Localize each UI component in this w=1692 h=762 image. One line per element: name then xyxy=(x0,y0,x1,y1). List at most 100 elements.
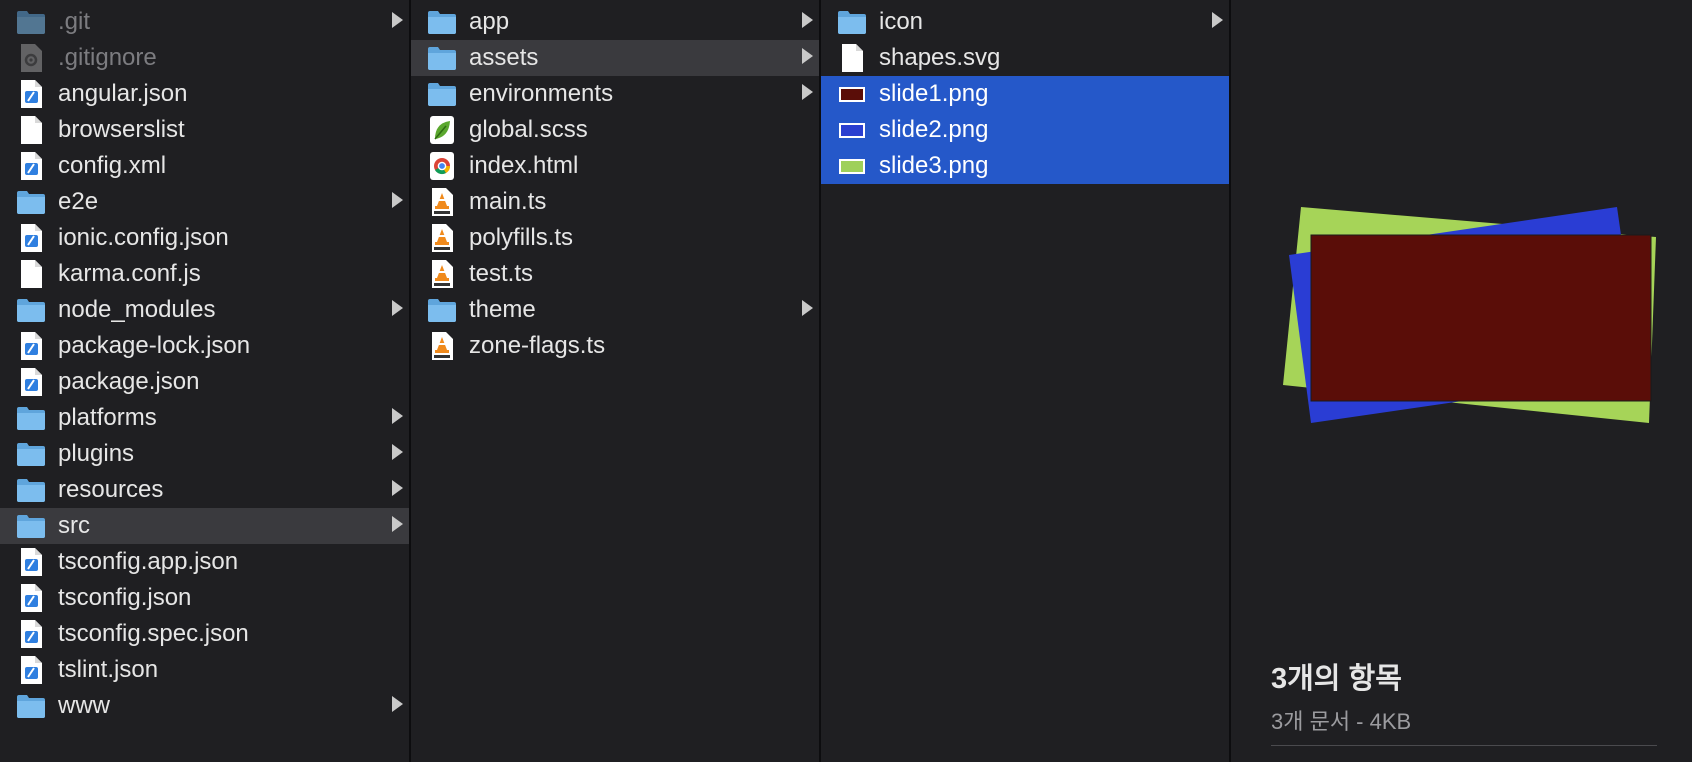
list-item-e2e-folder[interactable]: e2e xyxy=(0,184,409,220)
chevron-right-icon[interactable] xyxy=(392,444,403,460)
chevron-right-icon[interactable] xyxy=(392,192,403,208)
folder-icon xyxy=(16,439,46,469)
item-label: platforms xyxy=(58,404,157,431)
xcode-file-icon xyxy=(16,583,46,613)
item-label: angular.json xyxy=(58,80,188,107)
item-label: tsconfig.app.json xyxy=(58,548,239,575)
item-label: plugins xyxy=(58,440,135,467)
folder-icon xyxy=(16,7,46,37)
list-item-plugins-folder[interactable]: plugins xyxy=(0,436,409,472)
chevron-right-icon[interactable] xyxy=(392,300,403,316)
blank-file-icon xyxy=(16,259,46,289)
item-label: ionic.config.json xyxy=(58,224,229,251)
image-swatch-icon xyxy=(837,151,867,181)
list-item-package-json[interactable]: package.json xyxy=(0,364,409,400)
list-item-tslint-json[interactable]: tslint.json xyxy=(0,652,409,688)
list-item-global-scss[interactable]: global.scss xyxy=(411,112,819,148)
list-item-angular-json[interactable]: angular.json xyxy=(0,76,409,112)
item-label: icon xyxy=(879,8,924,35)
column-project-root[interactable]: .git .gitignore angular.json browserslis… xyxy=(0,0,411,762)
vlc-file-icon xyxy=(427,259,457,289)
preview-subtitle: 3개 문서 - 4KB xyxy=(1271,709,1412,734)
chevron-right-icon[interactable] xyxy=(802,48,813,64)
list-item-app-folder[interactable]: app xyxy=(411,4,819,40)
xcode-file-icon xyxy=(16,367,46,397)
list-item-platforms-folder[interactable]: platforms xyxy=(0,400,409,436)
list-item-gitignore-file[interactable]: .gitignore xyxy=(0,40,409,76)
xcode-file-icon xyxy=(16,79,46,109)
list-item-theme-folder[interactable]: theme xyxy=(411,292,819,328)
item-label: package-lock.json xyxy=(58,332,251,359)
xcode-file-icon xyxy=(16,151,46,181)
preview-divider xyxy=(1271,745,1657,746)
blank-file-icon xyxy=(837,43,867,73)
list-item-config-xml[interactable]: config.xml xyxy=(0,148,409,184)
folder-icon xyxy=(16,511,46,541)
list-item-slide2-png[interactable]: slide2.png xyxy=(821,112,1229,148)
list-item-resources-folder[interactable]: resources xyxy=(0,472,409,508)
list-item-assets-folder[interactable]: assets xyxy=(411,40,819,76)
list-item-test-ts[interactable]: test.ts xyxy=(411,256,819,292)
chevron-right-icon[interactable] xyxy=(1212,12,1223,28)
item-label: global.scss xyxy=(469,116,588,143)
chevron-right-icon[interactable] xyxy=(392,408,403,424)
folder-icon xyxy=(16,475,46,505)
vlc-file-icon xyxy=(427,187,457,217)
chevron-right-icon[interactable] xyxy=(392,12,403,28)
list-item-git-folder[interactable]: .git xyxy=(0,4,409,40)
chevron-right-icon[interactable] xyxy=(802,84,813,100)
leaf-file-icon xyxy=(427,115,457,145)
preview-thumbnail xyxy=(1283,207,1656,423)
list-item-tsconfig-json[interactable]: tsconfig.json xyxy=(0,580,409,616)
item-label: zone-flags.ts xyxy=(469,332,606,359)
item-label: tsconfig.spec.json xyxy=(58,620,249,647)
list-item-tsconfig-spec-json[interactable]: tsconfig.spec.json xyxy=(0,616,409,652)
folder-icon xyxy=(427,295,457,325)
preview-red-slide xyxy=(1310,234,1652,402)
folder-icon xyxy=(427,43,457,73)
folder-icon xyxy=(16,187,46,217)
xcode-file-icon xyxy=(16,223,46,253)
list-item-environments-folder[interactable]: environments xyxy=(411,76,819,112)
list-item-icon-folder[interactable]: icon xyxy=(821,4,1229,40)
list-item-slide1-png[interactable]: slide1.png xyxy=(821,76,1229,112)
list-item-zone-flags-ts[interactable]: zone-flags.ts xyxy=(411,328,819,364)
image-swatch-icon xyxy=(837,79,867,109)
list-item-index-html[interactable]: index.html xyxy=(411,148,819,184)
item-label: package.json xyxy=(58,368,200,395)
column-assets[interactable]: icon shapes.svg slide1.png slide2.png slide… xyxy=(821,0,1231,762)
list-item-polyfills-ts[interactable]: polyfills.ts xyxy=(411,220,819,256)
list-item-package-lock-json[interactable]: package-lock.json xyxy=(0,328,409,364)
list-item-browserslist[interactable]: browserslist xyxy=(0,112,409,148)
blank-file-icon xyxy=(16,115,46,145)
preview-pane: 3개의 항목 3개 문서 - 4KB xyxy=(1231,0,1692,762)
item-label: src xyxy=(58,512,90,539)
item-label: .git xyxy=(58,8,91,35)
chrome-file-icon xyxy=(427,151,457,181)
list-item-tsconfig-app-json[interactable]: tsconfig.app.json xyxy=(0,544,409,580)
list-item-www-folder[interactable]: www xyxy=(0,688,409,724)
list-item-shapes-svg[interactable]: shapes.svg xyxy=(821,40,1229,76)
item-label: e2e xyxy=(58,188,99,215)
folder-icon xyxy=(427,7,457,37)
item-label: browserslist xyxy=(58,116,185,143)
item-label: config.xml xyxy=(58,152,167,179)
chevron-right-icon[interactable] xyxy=(392,516,403,532)
chevron-right-icon[interactable] xyxy=(802,12,813,28)
list-item-main-ts[interactable]: main.ts xyxy=(411,184,819,220)
chevron-right-icon[interactable] xyxy=(392,480,403,496)
item-label: resources xyxy=(58,476,164,503)
list-item-ionic-config-json[interactable]: ionic.config.json xyxy=(0,220,409,256)
list-item-src-folder[interactable]: src xyxy=(0,508,409,544)
item-label: tsconfig.json xyxy=(58,584,192,611)
item-label: theme xyxy=(469,296,536,323)
chevron-right-icon[interactable] xyxy=(392,696,403,712)
column-src[interactable]: app assets environments global.scss inde… xyxy=(411,0,821,762)
item-label: shapes.svg xyxy=(879,44,1001,71)
chevron-right-icon[interactable] xyxy=(802,300,813,316)
list-item-node-modules-folder[interactable]: node_modules xyxy=(0,292,409,328)
folder-icon xyxy=(16,295,46,325)
image-swatch-icon xyxy=(837,115,867,145)
list-item-slide3-png[interactable]: slide3.png xyxy=(821,148,1229,184)
list-item-karma-conf-js[interactable]: karma.conf.js xyxy=(0,256,409,292)
